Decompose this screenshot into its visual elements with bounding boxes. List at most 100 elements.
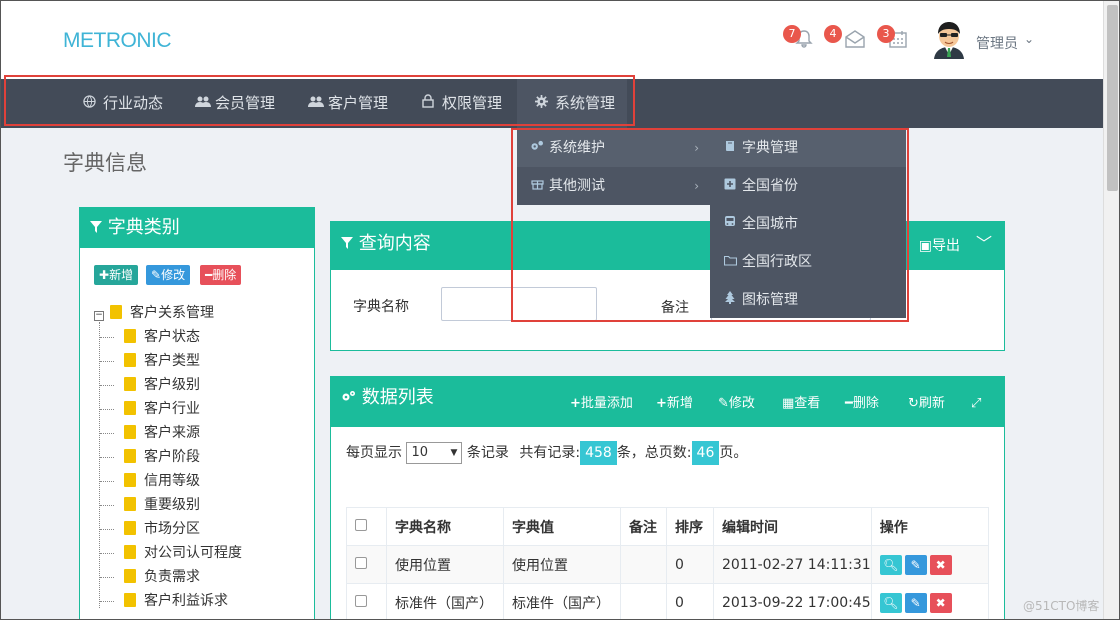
- nav-item-permission-management[interactable]: 权限管理: [422, 79, 502, 128]
- category-panel-header: 字典类别: [80, 208, 314, 248]
- tree-line: [100, 553, 114, 554]
- edit-button[interactable]: ✎修改: [718, 377, 755, 431]
- column-header[interactable]: 字典名称: [386, 507, 504, 546]
- tree-line: [100, 505, 114, 506]
- select-all-checkbox[interactable]: [355, 518, 367, 531]
- cell-name: 标准件（国产）: [386, 583, 504, 619]
- avatar[interactable]: [930, 19, 968, 59]
- menu-item-districts[interactable]: 全国行政区: [710, 243, 906, 281]
- column-header[interactable]: 排序: [666, 507, 714, 546]
- column-header[interactable]: 备注: [620, 507, 667, 546]
- plus-icon: ✚: [99, 268, 110, 282]
- tool-label: 批量添加: [580, 396, 633, 411]
- filter-icon: [90, 217, 108, 238]
- collapse-icon[interactable]: −: [94, 311, 104, 321]
- button-label: 修改: [161, 268, 186, 282]
- tree-node[interactable]: 重要级别: [124, 494, 200, 516]
- delete-button[interactable]: ━删除: [845, 377, 879, 431]
- table-row[interactable]: 标准件（国产） 标准件（国产） 0 2013-09-22 17:00:45 🔍︎ ✎ ✖: [346, 583, 990, 619]
- total-label: 共有记录:: [519, 445, 581, 461]
- envelope-icon[interactable]: [844, 29, 866, 51]
- batch-add-button[interactable]: +批量添加: [570, 377, 633, 431]
- export-button[interactable]: ▣导出: [919, 224, 960, 268]
- row-checkbox[interactable]: [355, 594, 367, 607]
- logo[interactable]: METRONIC: [63, 29, 172, 53]
- tree-node[interactable]: 客户级别: [124, 374, 200, 396]
- tree-node-label: 负责需求: [144, 569, 200, 585]
- nav-item-member-management[interactable]: 会员管理: [195, 79, 275, 128]
- tree-node[interactable]: 客户利益诉求: [124, 590, 228, 612]
- pencil-icon[interactable]: ✎: [904, 592, 927, 613]
- tree-node[interactable]: 对公司认可程度: [124, 542, 242, 564]
- refresh-button[interactable]: ↻刷新: [908, 377, 945, 431]
- document-icon: [124, 425, 136, 439]
- row-checkbox[interactable]: [355, 556, 367, 569]
- tree-node[interactable]: 客户状态: [124, 326, 200, 348]
- menu-item-other-tests[interactable]: 其他测试 ›: [517, 167, 711, 205]
- cell-value: 标准件（国产）: [503, 583, 621, 619]
- user-name[interactable]: 管理员: [976, 33, 1018, 53]
- per-page-value: 10: [411, 445, 428, 460]
- tree-node[interactable]: 负责需求: [124, 566, 200, 588]
- tree-node[interactable]: 信用等级: [124, 470, 200, 492]
- add-category-button[interactable]: ✚新增: [94, 265, 139, 285]
- scrollbar-thumb[interactable]: [1107, 5, 1118, 191]
- tree-node[interactable]: 客户类型: [124, 350, 200, 372]
- menu-item-system-maintenance[interactable]: 系统维护 ›: [517, 129, 711, 167]
- tree-node[interactable]: 客户来源: [124, 422, 200, 444]
- cell-remark: [620, 545, 667, 584]
- tree-node[interactable]: 客户行业: [124, 398, 200, 420]
- menu-item-label: 图标管理: [742, 292, 798, 308]
- menu-item-cities[interactable]: 全国城市: [710, 205, 906, 243]
- chevron-right-icon: ›: [694, 141, 699, 155]
- pencil-icon[interactable]: ✎: [904, 554, 927, 575]
- dict-name-input[interactable]: [441, 287, 597, 321]
- tree-node[interactable]: 客户阶段: [124, 446, 200, 468]
- select-all-cell: [346, 507, 387, 546]
- per-page-select[interactable]: 10 ▼: [406, 442, 463, 464]
- view-button[interactable]: ▦查看: [782, 377, 820, 431]
- book-icon: [722, 129, 738, 167]
- tree-line: [100, 433, 114, 434]
- menu-item-provinces[interactable]: 全国省份: [710, 167, 906, 205]
- close-icon[interactable]: ✖: [929, 592, 952, 613]
- search-icon[interactable]: 🔍︎: [879, 592, 902, 613]
- document-icon: [124, 401, 136, 415]
- menu-item-label: 其他测试: [549, 178, 605, 194]
- menu-item-icon-management[interactable]: 图标管理: [710, 281, 906, 319]
- edit-category-button[interactable]: ✎修改: [146, 265, 191, 285]
- nav-item-customer-management[interactable]: 客户管理: [308, 79, 388, 128]
- chevron-down-icon[interactable]: ⌄: [1024, 32, 1034, 46]
- column-header[interactable]: 字典值: [503, 507, 621, 546]
- nav-item-system-management[interactable]: 系统管理: [517, 79, 627, 128]
- tree-node-label: 信用等级: [144, 473, 200, 489]
- pencil-icon: ✎: [151, 268, 162, 282]
- folder-icon: [722, 243, 738, 281]
- tree-root[interactable]: − 客户关系管理: [94, 302, 214, 324]
- cell-actions: 🔍︎ ✎ ✖: [870, 583, 990, 619]
- lock-icon: [422, 80, 438, 129]
- top-header: METRONIC 7 4 3 管理员 ⌄: [1, 1, 1103, 79]
- chevron-down-icon[interactable]: ﹀: [976, 222, 992, 266]
- close-icon[interactable]: ✖: [929, 554, 952, 575]
- data-table: 字典名称 字典值 备注 排序 编辑时间 操作 使用位置 使用位置 0 2011-02-…: [346, 507, 990, 619]
- fullscreen-icon[interactable]: ⤢: [971, 377, 981, 431]
- nav-label: 权限管理: [442, 94, 503, 112]
- nav-label: 会员管理: [215, 94, 276, 112]
- nav-item-industry-news[interactable]: 行业动态: [83, 79, 163, 128]
- document-icon: [124, 377, 136, 391]
- tree-node[interactable]: 市场分区: [124, 518, 200, 540]
- tree-line: [100, 577, 114, 578]
- filter-icon: [341, 233, 359, 254]
- tree-node-label: 客户利益诉求: [144, 593, 228, 609]
- vertical-scrollbar[interactable]: [1103, 1, 1119, 619]
- search-icon[interactable]: 🔍︎: [879, 554, 902, 575]
- pagination-info: 每页显示 10 ▼ 条记录 共有记录: 458 条，总页数: 46 页。: [346, 441, 747, 465]
- table-header-row: 字典名称 字典值 备注 排序 编辑时间 操作: [346, 507, 990, 546]
- menu-item-dictionary-management[interactable]: 字典管理: [710, 129, 906, 167]
- table-row[interactable]: 使用位置 使用位置 0 2011-02-27 14:11:31 🔍︎ ✎ ✖: [346, 545, 990, 584]
- delete-category-button[interactable]: ━删除: [200, 265, 242, 285]
- add-button[interactable]: +新增: [656, 377, 693, 431]
- column-header[interactable]: 编辑时间: [713, 507, 872, 546]
- nav-label: 系统管理: [555, 94, 616, 112]
